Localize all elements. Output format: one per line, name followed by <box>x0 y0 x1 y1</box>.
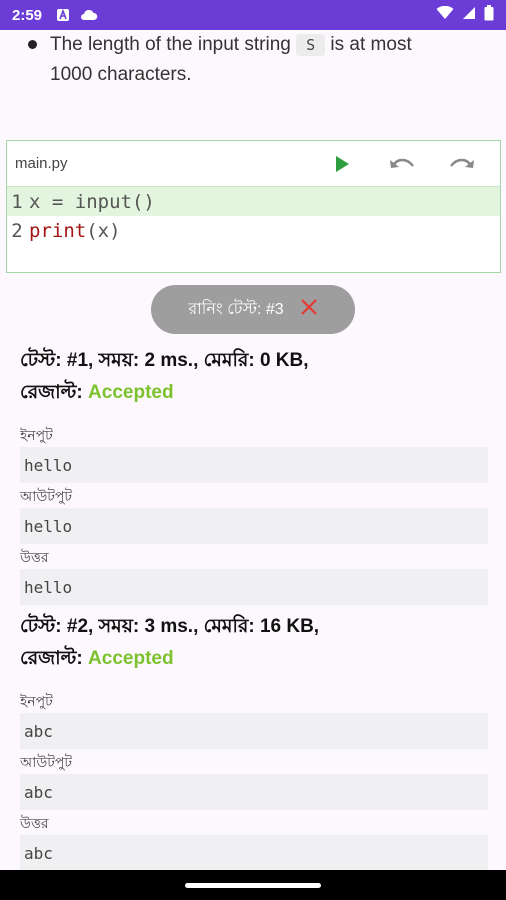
input-label: ইনপুট <box>20 427 53 443</box>
answer-label: উত্তর <box>20 549 49 565</box>
wifi-icon <box>436 5 454 24</box>
editor-file-name: main.py <box>15 155 68 172</box>
signal-icon <box>462 6 476 24</box>
undo-button[interactable] <box>372 144 432 184</box>
bullet-icon <box>28 40 37 49</box>
play-icon <box>336 155 349 172</box>
test-result: টেস্ট: #1, সময়: 2 ms., মেমরি: 0 KB, রেজ… <box>20 345 488 605</box>
constraint-text-before: The length of the input string <box>50 34 291 55</box>
code-editor: main.py 1 x = input() 2 print(x) <box>6 140 501 273</box>
notification-a-icon <box>56 8 70 22</box>
test-results: টেস্ট: #1, সময়: 2 ms., মেমরি: 0 KB, রেজ… <box>20 345 488 872</box>
answer-label: উত্তর <box>20 815 49 831</box>
output-value: hello <box>20 508 488 544</box>
output-value: abc <box>20 774 488 810</box>
line-number: 1 <box>11 190 23 213</box>
test-result: টেস্ট: #2, সময়: 3 ms., মেমরি: 16 KB, রে… <box>20 611 488 871</box>
result-status: Accepted <box>88 648 174 669</box>
test-summary: টেস্ট: #2, সময়: 3 ms., মেমরি: 16 KB, <box>20 616 320 637</box>
result-label: রেজাল্ট: <box>20 382 83 403</box>
close-icon <box>300 299 317 315</box>
running-test-status: রানিং টেস্ট: #3 <box>151 285 355 334</box>
output-label: আউটপুট <box>20 754 72 770</box>
code-line[interactable]: 1 x = input() <box>7 187 500 216</box>
answer-value: hello <box>20 569 488 605</box>
test-header: টেস্ট: #2, সময়: 3 ms., মেমরি: 16 KB, রে… <box>20 611 488 675</box>
navigation-bar <box>0 870 506 900</box>
undo-icon <box>390 158 414 168</box>
constraint-line2: 1000 characters. <box>50 64 192 85</box>
input-value: abc <box>20 713 488 749</box>
answer-value: abc <box>20 835 488 871</box>
status-time: 2:59 <box>12 6 43 24</box>
cloud-icon <box>80 9 98 21</box>
line-number: 2 <box>11 219 23 242</box>
status-bar: 2:59 <box>0 0 506 30</box>
code-area[interactable]: 1 x = input() 2 print(x) <box>7 187 500 272</box>
code-line[interactable]: 2 print(x) <box>7 216 500 245</box>
result-status: Accepted <box>88 382 174 403</box>
battery-icon <box>484 5 494 25</box>
running-test-label: রানিং টেস্ট: #3 <box>188 301 284 318</box>
code-text: x = input() <box>29 190 155 213</box>
input-label: ইনপুট <box>20 693 53 709</box>
result-label: রেজাল্ট: <box>20 648 83 669</box>
constraint-code: S <box>296 34 326 56</box>
constraint-text-after: is at most <box>330 34 412 55</box>
cancel-run-button[interactable] <box>300 298 318 321</box>
home-gesture-handle[interactable] <box>185 882 321 888</box>
redo-button[interactable] <box>432 144 492 184</box>
test-summary: টেস্ট: #1, সময়: 2 ms., মেমরি: 0 KB, <box>20 350 309 371</box>
problem-constraint: The length of the input string S is at m… <box>28 30 488 89</box>
code-keyword: print <box>29 219 87 242</box>
run-button[interactable] <box>312 144 372 184</box>
input-value: hello <box>20 447 488 483</box>
redo-icon <box>450 158 474 168</box>
test-header: টেস্ট: #1, সময়: 2 ms., মেমরি: 0 KB, রেজ… <box>20 345 488 409</box>
editor-toolbar: main.py <box>7 141 500 187</box>
code-text: (x) <box>86 219 121 242</box>
output-label: আউটপুট <box>20 488 72 504</box>
